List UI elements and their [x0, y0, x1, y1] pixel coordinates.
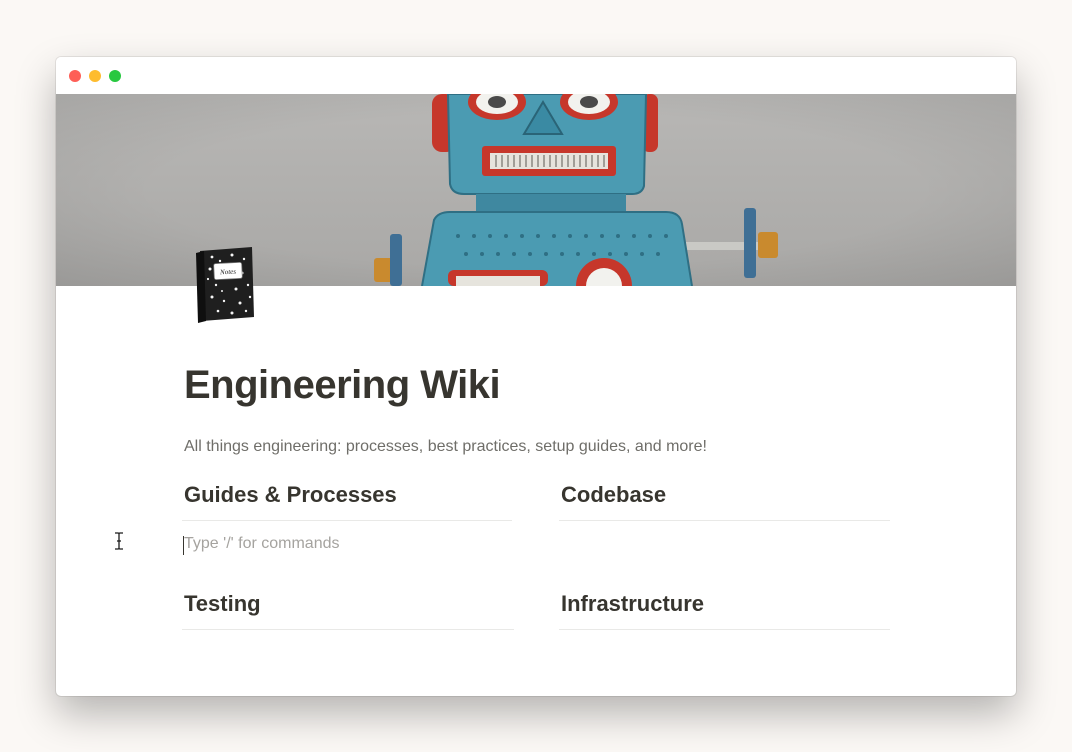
section-heading-testing[interactable]: Testing [184, 591, 261, 617]
minimize-window-button[interactable] [89, 70, 101, 82]
section-divider [182, 520, 512, 521]
section-divider [559, 629, 890, 630]
section-heading-infrastructure[interactable]: Infrastructure [561, 591, 704, 617]
window-titlebar [56, 57, 1016, 94]
text-caret [183, 536, 184, 555]
notebook-label-text: Notes [219, 268, 237, 277]
section-divider [559, 520, 890, 521]
page-description[interactable]: All things engineering: processes, best … [184, 438, 707, 456]
editor-placeholder[interactable]: Type '/' for commands [184, 535, 340, 553]
maximize-window-button[interactable] [109, 70, 121, 82]
page-icon[interactable]: Notes [192, 245, 258, 323]
close-window-button[interactable] [69, 70, 81, 82]
composition-notebook-icon: Notes [196, 247, 254, 323]
section-divider [182, 629, 514, 630]
ibeam-cursor-icon [115, 532, 123, 550]
section-heading-guides-processes[interactable]: Guides & Processes [184, 482, 397, 508]
section-heading-codebase[interactable]: Codebase [561, 482, 666, 508]
app-window: Notes Engineering Wiki All things engine… [56, 57, 1016, 696]
page-title[interactable]: Engineering Wiki [184, 363, 501, 408]
